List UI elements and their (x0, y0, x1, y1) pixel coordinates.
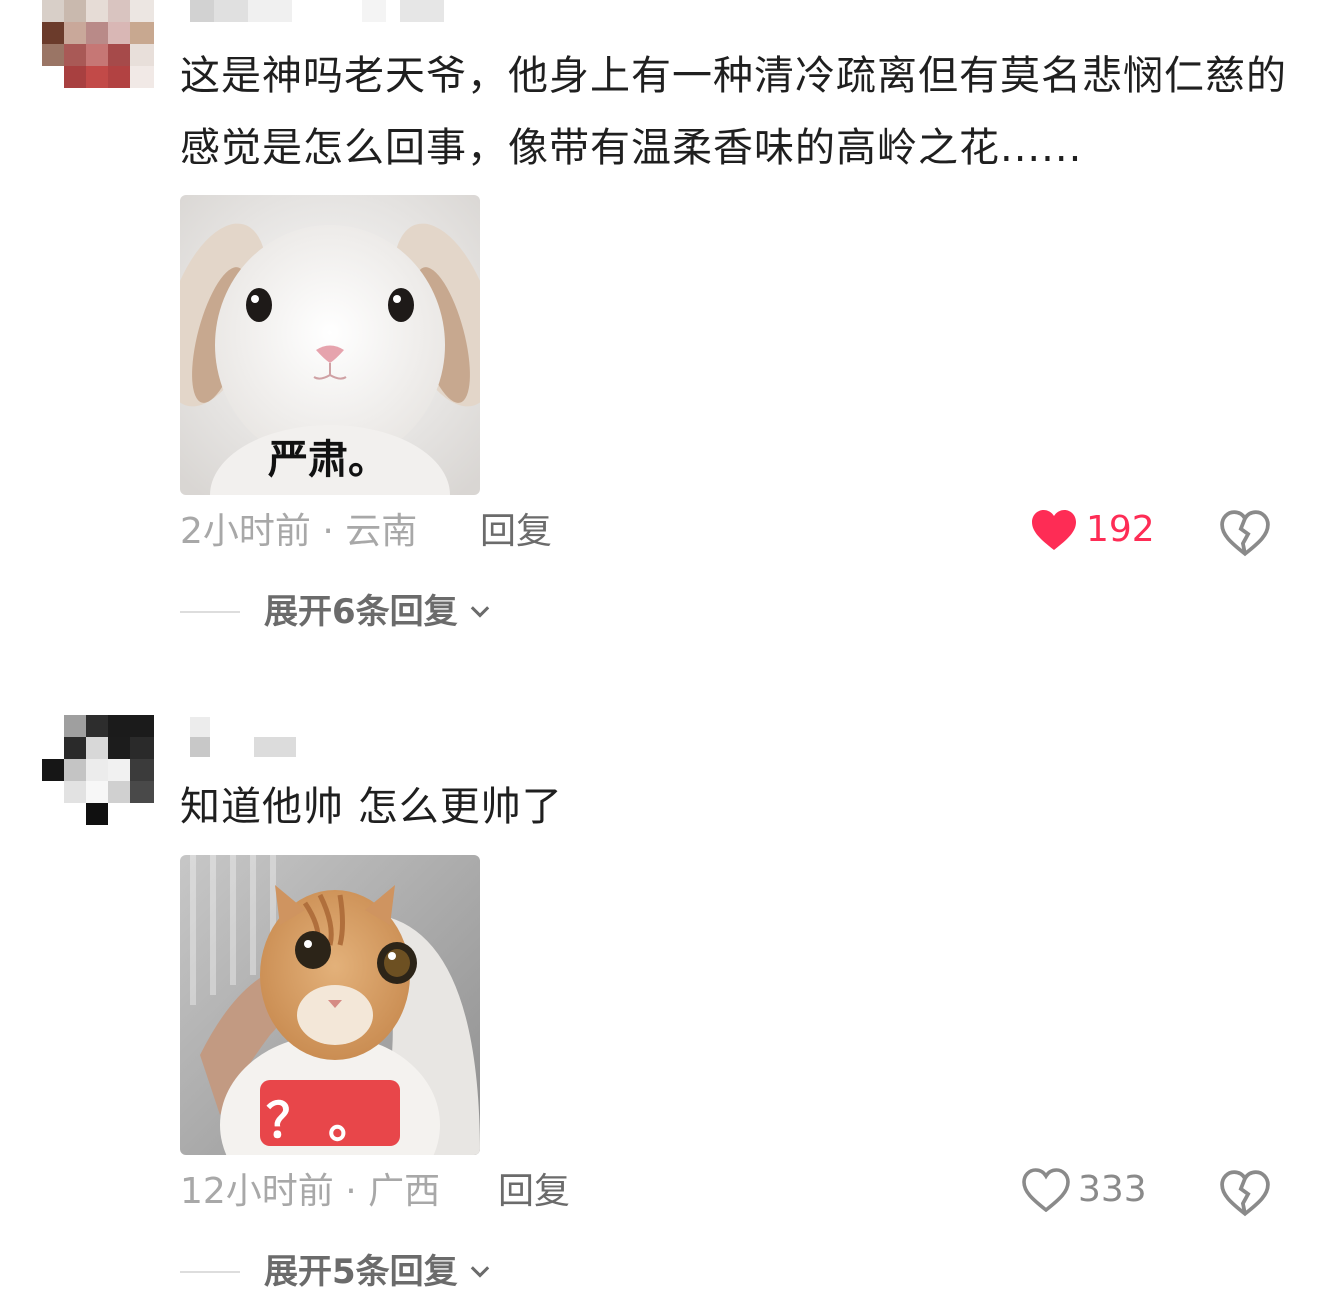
expand-replies-button[interactable]: 展开5条回复 (180, 1250, 494, 1294)
comment-sticker[interactable]: 严肃。 (180, 195, 480, 495)
reply-button[interactable]: 回复 (498, 1170, 570, 1214)
meta-separator: · (322, 511, 334, 552)
avatar[interactable] (42, 715, 154, 827)
like-count: 333 (1078, 1169, 1147, 1210)
comment-text: 知道他帅 怎么更帅了 (180, 784, 563, 830)
sticker-caption: 严肃。 (268, 437, 388, 483)
divider (180, 1271, 240, 1273)
comment-text: 这是神吗老天爷，他身上有一种清冷疏离但有莫名悲悯仁慈的感觉是怎么回事，像带有温柔… (180, 53, 1287, 171)
expand-label: 展开5条回复 (264, 1252, 458, 1292)
heart-icon (1032, 510, 1076, 550)
like-count: 192 (1086, 509, 1155, 550)
comment-location: 云南 (345, 511, 418, 552)
divider (180, 611, 240, 613)
broken-heart-icon[interactable] (1220, 508, 1270, 558)
username[interactable] (190, 717, 310, 759)
meta-separator: · (345, 1171, 357, 1212)
heart-icon (1022, 1168, 1070, 1212)
expand-replies-button[interactable]: 展开6条回复 (180, 590, 494, 634)
comment-meta: 12小时前 · 广西 (180, 1170, 440, 1214)
sticker-caption: ？。 (266, 1093, 391, 1149)
like-button[interactable]: 333 (1022, 1168, 1147, 1212)
chevron-down-icon (470, 1266, 489, 1278)
comment-location: 广西 (368, 1171, 441, 1212)
reply-button[interactable]: 回复 (480, 510, 552, 554)
like-button[interactable]: 192 (1030, 508, 1155, 552)
comment-item: 这是神吗老天爷，他身上有一种清冷疏离但有莫名悲悯仁慈的感觉是怎么回事，像带有温柔… (0, 0, 1320, 660)
comment-item: 知道他帅 怎么更帅了 ？。 12小时前 · 广西 回复 333 展开5条回复 (0, 715, 1320, 1298)
comment-time: 12小时前 (180, 1171, 334, 1212)
comment-meta: 2小时前 · 云南 (180, 510, 417, 554)
expand-label: 展开6条回复 (264, 592, 458, 632)
avatar[interactable] (42, 0, 154, 112)
broken-heart-icon[interactable] (1220, 1168, 1270, 1218)
comment-sticker[interactable]: ？。 (180, 855, 480, 1155)
username[interactable] (190, 0, 450, 24)
chevron-down-icon (470, 606, 489, 618)
comment-time: 2小时前 (180, 511, 311, 552)
